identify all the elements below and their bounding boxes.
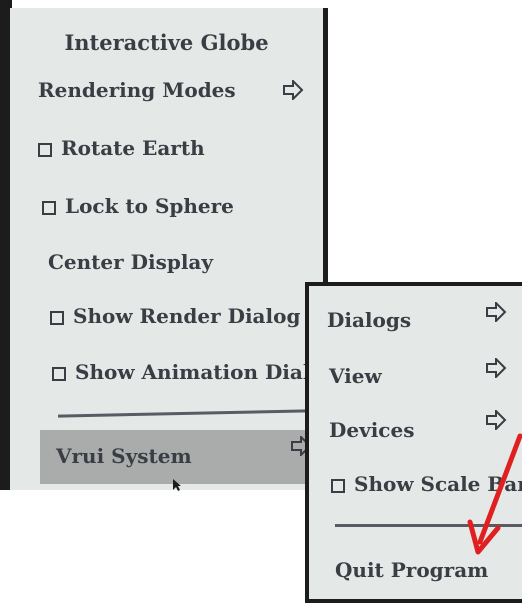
menu-item-label: View: [329, 364, 382, 388]
submenu-arrow-icon: [283, 80, 304, 100]
submenu-item-dialogs[interactable]: Dialogs: [327, 308, 411, 332]
red-annotation-arrow: [467, 433, 522, 555]
submenu-item-quit-program[interactable]: Quit Program: [335, 558, 488, 582]
menu-item-center-display[interactable]: Center Display: [48, 250, 213, 274]
menu-separator: [57, 409, 309, 418]
submenu-arrow-icon: [486, 410, 507, 430]
menu-item-label: Show Animation Dialog: [75, 360, 338, 384]
menu-item-label: Vrui System: [56, 444, 192, 468]
menu-item-label: Rotate Earth: [61, 136, 205, 160]
checkbox-icon: [42, 200, 56, 215]
menu-item-label: Show Render Dialog: [73, 304, 301, 328]
menu-item-vrui-system[interactable]: Vrui System: [40, 430, 318, 484]
menu-item-label: Devices: [329, 418, 415, 442]
menu-item-lock-to-sphere[interactable]: Lock to Sphere: [42, 194, 234, 218]
menu-item-label: Lock to Sphere: [65, 194, 234, 218]
menu-item-label: Center Display: [48, 250, 214, 274]
menu-item-label: Dialogs: [327, 308, 412, 332]
menu-item-rendering-modes[interactable]: Rendering Modes: [38, 78, 236, 102]
checkbox-icon: [331, 478, 345, 493]
menu-title: Interactive Globe: [64, 30, 269, 55]
checkbox-icon: [52, 366, 66, 381]
checkbox-icon: [50, 310, 64, 325]
menu-item-label: Rendering Modes: [38, 78, 236, 102]
submenu-item-devices[interactable]: Devices: [329, 418, 414, 442]
menu-item-show-animation-dialog[interactable]: Show Animation Dialog: [52, 360, 338, 384]
submenu-arrow-icon: [486, 358, 507, 378]
submenu-item-view[interactable]: View: [329, 364, 382, 388]
mouse-cursor-icon: [173, 479, 181, 491]
submenu-arrow-icon: [486, 302, 507, 322]
menu-item-show-render-dialog[interactable]: Show Render Dialog: [50, 304, 300, 328]
menu-item-rotate-earth[interactable]: Rotate Earth: [38, 136, 205, 160]
menu-item-label: Quit Program: [335, 558, 489, 582]
checkbox-icon: [38, 142, 52, 157]
main-popup-menu: Interactive Globe Rendering Modes Rotate…: [10, 8, 338, 490]
